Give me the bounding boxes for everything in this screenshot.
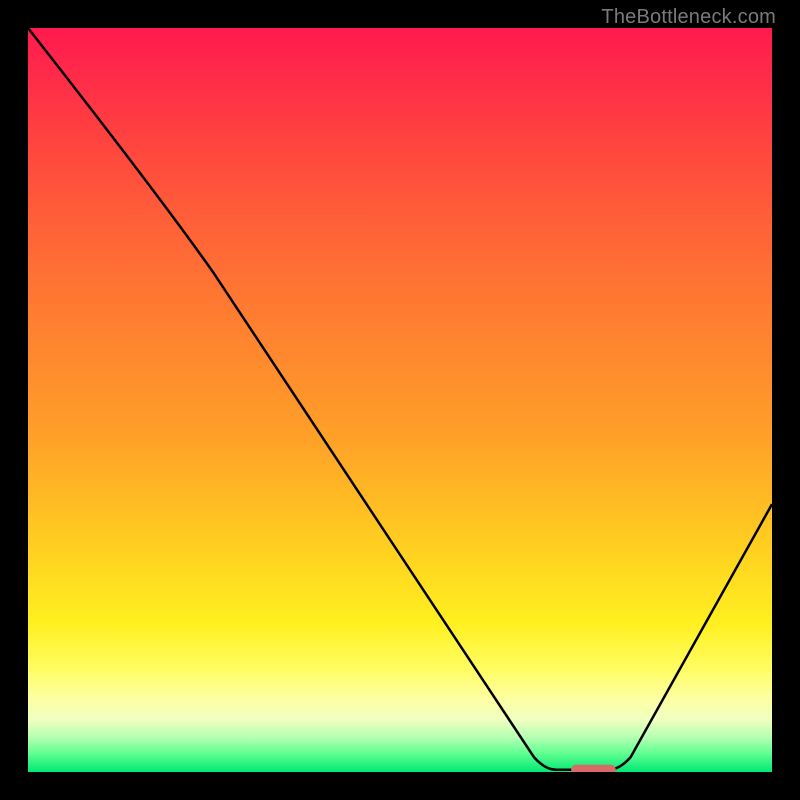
optimum-marker (571, 765, 616, 772)
curve-layer (28, 28, 772, 772)
plot-area (28, 28, 772, 772)
chart-frame: TheBottleneck.com (0, 0, 800, 800)
watermark-text: TheBottleneck.com (601, 6, 776, 29)
bottleneck-curve (28, 28, 772, 770)
